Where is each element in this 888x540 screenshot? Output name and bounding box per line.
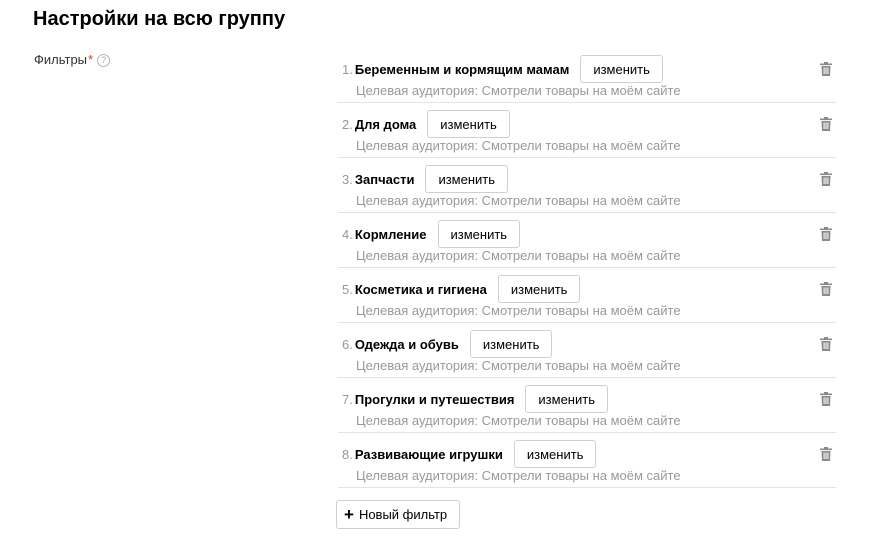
- filter-item: 3. Запчасти изменить Целевая аудитория: …: [338, 158, 836, 213]
- filter-name: Развивающие игрушки: [354, 446, 503, 462]
- edit-filter-button[interactable]: изменить: [425, 165, 508, 193]
- trash-icon[interactable]: [820, 282, 832, 296]
- plus-icon: +: [344, 505, 354, 524]
- filter-audience: Целевая аудитория: Смотрели товары на мо…: [356, 83, 681, 98]
- edit-filter-button[interactable]: изменить: [525, 385, 608, 413]
- filter-name: Беременным и кормящим мамам: [354, 61, 570, 77]
- filter-item: 5. Косметика и гигиена изменить Целевая …: [338, 268, 836, 323]
- filter-item: 6. Одежда и обувь изменить Целевая аудит…: [338, 323, 836, 378]
- required-mark: *: [88, 52, 94, 67]
- filter-audience: Целевая аудитория: Смотрели товары на мо…: [356, 193, 681, 208]
- question-circle-icon[interactable]: ?: [97, 53, 111, 67]
- filter-name: Кормление: [354, 226, 427, 242]
- filter-name: Прогулки и путешествия: [354, 391, 515, 407]
- filter-number: 2.: [342, 116, 353, 132]
- group-settings-page: Настройки на всю группу Фильтры * ? 1. Бе…: [0, 0, 888, 540]
- filter-audience: Целевая аудитория: Смотрели товары на мо…: [356, 138, 681, 153]
- trash-icon[interactable]: [820, 447, 832, 461]
- filter-audience: Целевая аудитория: Смотрели товары на мо…: [356, 358, 681, 373]
- filter-number: 8.: [342, 446, 353, 462]
- trash-icon[interactable]: [820, 392, 832, 406]
- trash-icon[interactable]: [820, 337, 832, 351]
- trash-icon[interactable]: [820, 62, 832, 76]
- filter-number: 3.: [342, 171, 353, 187]
- filter-item: 2. Для дома изменить Целевая аудитория: …: [338, 103, 836, 158]
- filter-item: 8. Развивающие игрушки изменить Целевая …: [338, 433, 836, 488]
- filter-audience: Целевая аудитория: Смотрели товары на мо…: [356, 303, 681, 318]
- filter-number: 6.: [342, 336, 353, 352]
- filter-number: 5.: [342, 281, 353, 297]
- filter-item: 1. Беременным и кормящим мамам изменить …: [338, 48, 836, 103]
- edit-filter-button[interactable]: изменить: [437, 220, 521, 248]
- edit-filter-button[interactable]: изменить: [497, 275, 581, 303]
- filters-field-label: Фильтры * ?: [34, 52, 111, 68]
- filter-audience: Целевая аудитория: Смотрели товары на мо…: [356, 413, 681, 428]
- new-filter-button[interactable]: + Новый фильтр: [336, 500, 460, 529]
- filter-name: Для дома: [354, 116, 417, 132]
- filter-audience: Целевая аудитория: Смотрели товары на мо…: [356, 468, 681, 483]
- filters-list: 1. Беременным и кормящим мамам изменить …: [338, 48, 836, 488]
- new-filter-label: Новый фильтр: [358, 507, 448, 522]
- edit-filter-button[interactable]: изменить: [580, 55, 663, 83]
- trash-icon[interactable]: [820, 117, 832, 131]
- filters-label-text: Фильтры: [34, 52, 88, 67]
- edit-filter-button[interactable]: изменить: [469, 330, 553, 358]
- filter-item: 7. Прогулки и путешествия изменить Целев…: [338, 378, 836, 433]
- filter-item: 4. Кормление изменить Целевая аудитория:…: [338, 213, 836, 268]
- trash-icon[interactable]: [820, 172, 832, 186]
- filter-name: Косметика и гигиена: [354, 281, 487, 297]
- filter-name: Одежда и обувь: [354, 336, 459, 352]
- edit-filter-button[interactable]: изменить: [513, 440, 597, 468]
- filter-audience: Целевая аудитория: Смотрели товары на мо…: [356, 248, 681, 263]
- edit-filter-button[interactable]: изменить: [427, 110, 510, 138]
- page-title: Настройки на всю группу: [33, 8, 286, 30]
- filter-number: 7.: [342, 391, 353, 407]
- filter-name: Запчасти: [354, 171, 415, 187]
- filter-number: 4.: [342, 226, 353, 242]
- filter-number: 1.: [342, 61, 353, 77]
- trash-icon[interactable]: [820, 227, 832, 241]
